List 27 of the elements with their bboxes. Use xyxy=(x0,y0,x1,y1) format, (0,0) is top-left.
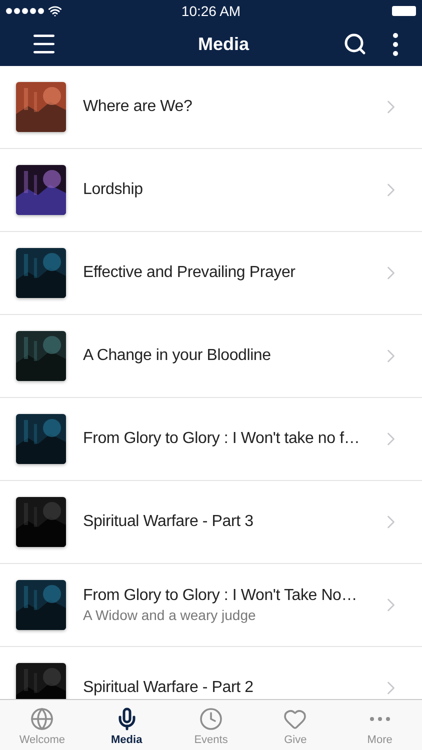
tab-bar-item[interactable]: Media xyxy=(84,700,169,750)
header-title: Media xyxy=(196,34,250,54)
media-row[interactable]: A Change in your Bloodline xyxy=(0,315,422,398)
more-vertical-icon xyxy=(393,32,398,56)
clock-icon xyxy=(199,706,224,730)
media-title: Lordship xyxy=(83,181,144,199)
media-title: Where are We? xyxy=(83,98,194,116)
battery-icon xyxy=(392,6,416,16)
media-row[interactable]: Where are We? xyxy=(0,66,422,149)
media-title: From Glory to Glory : I Won't take no f… xyxy=(83,430,361,448)
media-title: Effective and Prevailing Prayer xyxy=(83,264,296,282)
more-icon xyxy=(370,716,390,720)
signal-icon xyxy=(6,8,44,14)
wifi-icon xyxy=(48,4,62,18)
media-title: Spiritual Warfare - Part 3 xyxy=(83,513,254,531)
media-row[interactable]: Lordship xyxy=(0,149,422,232)
media-title: Spiritual Warfare - Part 2 xyxy=(83,679,254,697)
media-row[interactable]: From Glory to Glory : I Won't Take No… A Widow and a weary judge xyxy=(0,564,422,647)
globe-icon xyxy=(30,706,54,730)
media-row[interactable]: Spiritual Warfare - Part 3 xyxy=(0,481,422,564)
media-row[interactable]: Effective and Prevailing Prayer xyxy=(0,232,422,315)
media-subtitle: A Widow and a weary judge xyxy=(83,607,257,623)
search-icon xyxy=(343,32,367,56)
media-title: From Glory to Glory : I Won't Take No… xyxy=(83,587,358,605)
media-row[interactable]: From Glory to Glory : I Won't take no f… xyxy=(0,398,422,481)
status-time: 10:26 AM xyxy=(181,3,241,19)
media-title: A Change in your Bloodline xyxy=(83,347,272,365)
